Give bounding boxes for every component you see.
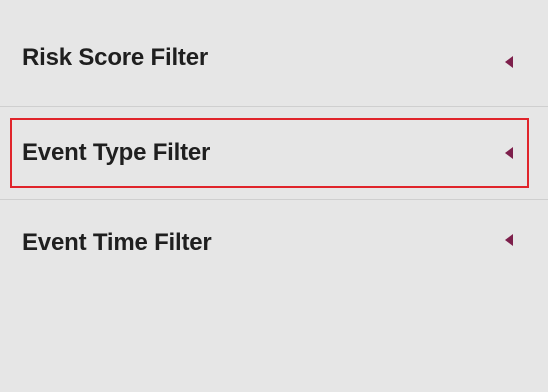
filter-item-label: Event Time Filter [22,229,212,256]
caret-left-icon [505,234,513,246]
filter-item-label: Risk Score Filter [22,44,209,71]
filter-item-label: Event Type Filter [22,139,211,166]
caret-left-icon [505,56,513,68]
caret-left-icon [505,147,513,159]
risk-score-filter-item[interactable]: Risk Score Filter [0,0,548,92]
event-type-filter-item[interactable]: Event Type Filter [0,107,548,199]
filter-list: Risk Score Filter Event Type Filter Even… [0,0,548,292]
event-time-filter-item[interactable]: Event Time Filter [0,200,548,292]
filter-panel: Risk Score Filter Event Type Filter Even… [0,0,548,392]
